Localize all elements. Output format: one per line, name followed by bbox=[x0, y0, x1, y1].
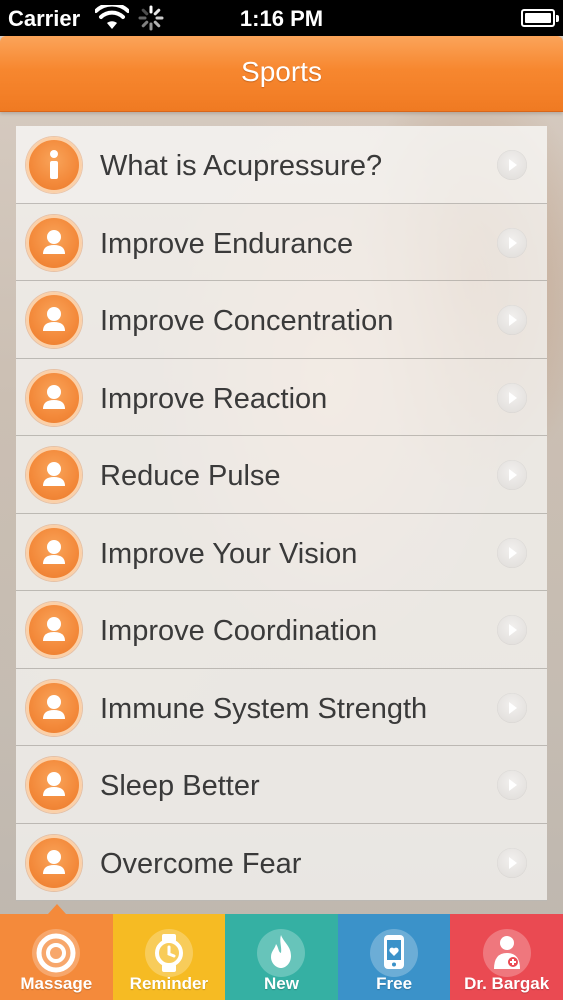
chevron-right-icon[interactable] bbox=[497, 382, 527, 413]
person-icon bbox=[26, 214, 82, 271]
tab-label: Dr. Bargak bbox=[464, 974, 550, 993]
status-bar: Carrier 1:16 PM bbox=[0, 0, 563, 36]
chevron-right-icon[interactable] bbox=[497, 150, 527, 180]
watch-icon bbox=[144, 929, 193, 977]
list-item-improve-endurance[interactable]: Improve Endurance bbox=[16, 203, 547, 281]
list-item-label: What is Acupressure? bbox=[100, 150, 383, 182]
list-item-label: Overcome Fear bbox=[100, 847, 302, 880]
list-item-overcome-fear[interactable]: Overcome Fear bbox=[16, 823, 547, 901]
person-icon bbox=[26, 447, 82, 503]
nav-bar: Sports bbox=[0, 36, 563, 112]
tab-label: Reminder bbox=[129, 974, 209, 993]
list-item-reduce-pulse[interactable]: Reduce Pulse bbox=[16, 436, 547, 514]
chevron-right-icon[interactable] bbox=[497, 770, 527, 800]
tab-new[interactable]: New bbox=[225, 914, 338, 1000]
battery-icon bbox=[521, 9, 559, 27]
list-item-what-is-acupressure[interactable]: What is Acupressure? bbox=[16, 126, 547, 204]
person-icon bbox=[26, 834, 82, 891]
tab-label: Massage bbox=[20, 974, 93, 993]
list-item-label: Improve Reaction bbox=[100, 382, 328, 415]
chevron-right-icon[interactable] bbox=[497, 692, 527, 723]
list-item-label: Sleep Better bbox=[100, 770, 260, 802]
chevron-right-icon[interactable] bbox=[497, 227, 527, 258]
tab-reminder[interactable]: Reminder bbox=[112, 914, 226, 1000]
list-item-improve-reaction[interactable]: Improve Reaction bbox=[16, 358, 547, 436]
page-title: Sports bbox=[241, 56, 322, 87]
chevron-right-icon[interactable] bbox=[497, 537, 527, 568]
person-icon bbox=[26, 679, 82, 736]
list-item-improve-concentration[interactable]: Improve Concentration bbox=[16, 281, 547, 359]
tab-dr-bargak[interactable]: Dr. Bargak bbox=[450, 914, 563, 1000]
doctor-icon bbox=[482, 929, 531, 977]
chevron-right-icon[interactable] bbox=[497, 460, 527, 490]
target-icon bbox=[32, 929, 81, 977]
person-icon bbox=[26, 369, 82, 426]
chevron-right-icon[interactable] bbox=[497, 847, 527, 878]
list-item-label: Reduce Pulse bbox=[100, 460, 281, 492]
tab-free[interactable]: Free bbox=[337, 914, 451, 1000]
status-time: 1:16 PM bbox=[239, 6, 324, 31]
list-item-label: Improve Concentration bbox=[100, 305, 394, 337]
phone-heart-icon bbox=[370, 929, 419, 977]
tab-bar: Massage Reminder New Free Dr. Bargak bbox=[0, 904, 563, 1000]
person-icon bbox=[26, 602, 82, 658]
info-icon bbox=[26, 137, 82, 193]
list-item-label: Improve Coordination bbox=[100, 615, 378, 647]
list-item-improve-coordination[interactable]: Improve Coordination bbox=[16, 591, 547, 669]
person-icon bbox=[26, 292, 82, 348]
chevron-right-icon[interactable] bbox=[497, 305, 527, 335]
flame-icon bbox=[257, 929, 306, 977]
person-icon bbox=[26, 524, 82, 581]
tab-label: New bbox=[264, 974, 299, 993]
list-item-sleep-better[interactable]: Sleep Better bbox=[16, 746, 547, 824]
selected-tab-pointer bbox=[48, 904, 66, 914]
tab-label: Free bbox=[376, 974, 413, 993]
person-icon bbox=[26, 757, 82, 813]
list-item-label: Improve Your Vision bbox=[100, 537, 358, 570]
list-item-improve-your-vision[interactable]: Improve Your Vision bbox=[16, 513, 547, 591]
list-item-label: Improve Endurance bbox=[100, 227, 354, 260]
list-item-immune-system-strength[interactable]: Immune System Strength bbox=[16, 668, 547, 746]
list-item-label: Immune System Strength bbox=[100, 692, 428, 725]
tab-massage[interactable]: Massage bbox=[0, 904, 113, 1000]
topic-list: What is Acupressure? Improve Endurance I… bbox=[16, 126, 547, 914]
chevron-right-icon[interactable] bbox=[497, 615, 527, 645]
